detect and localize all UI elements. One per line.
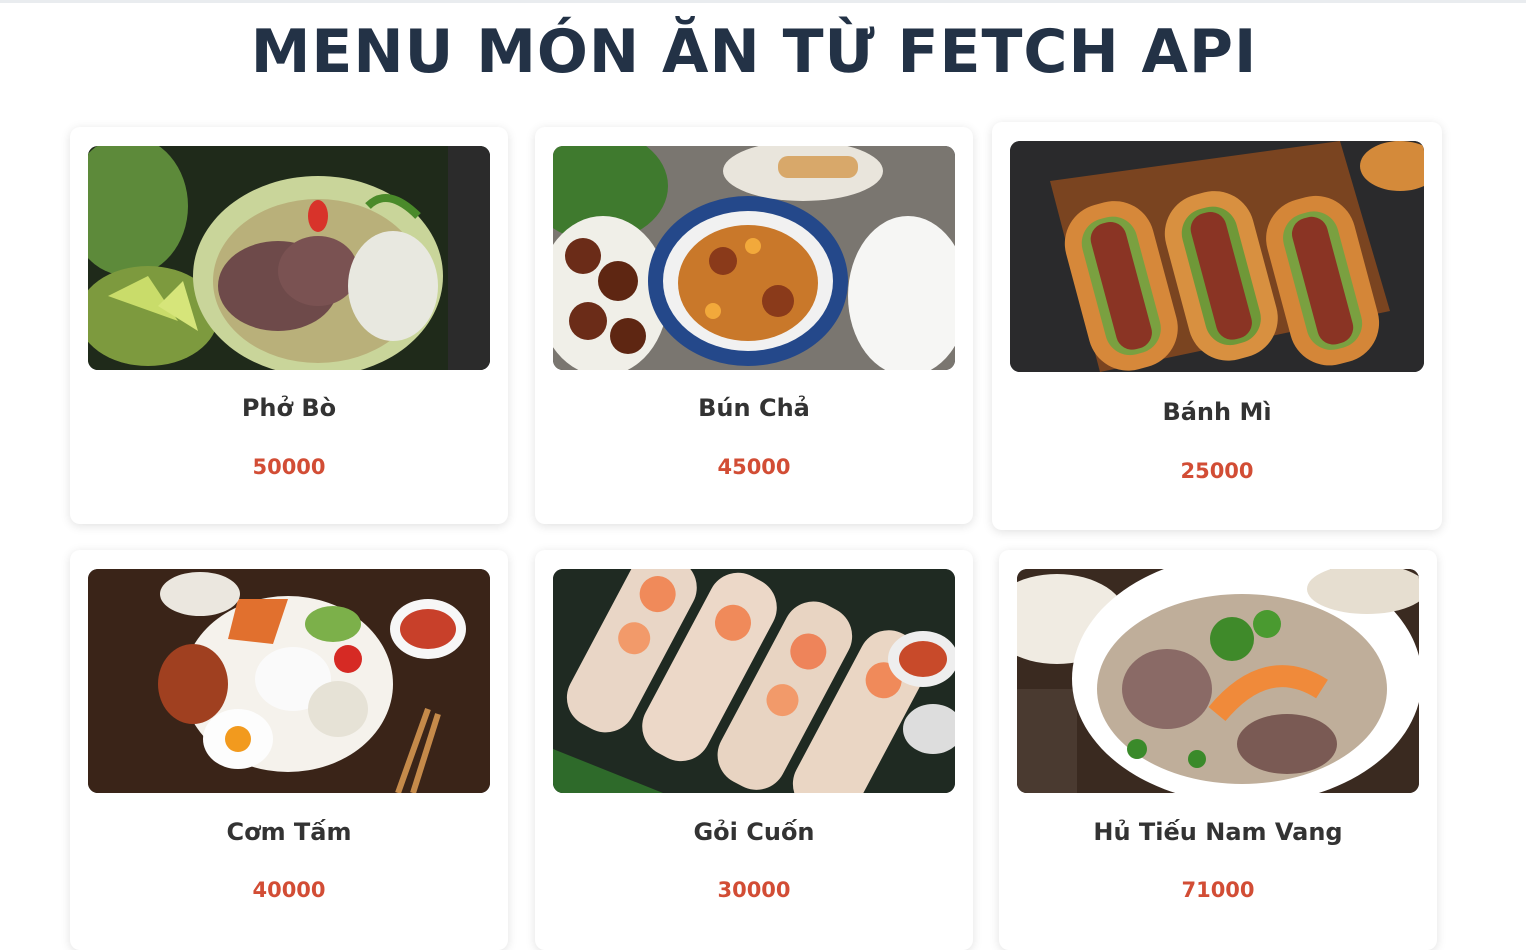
com-tam-photo — [88, 569, 490, 793]
menu-card[interactable]: Bánh Mì 25000 — [992, 122, 1442, 530]
dish-name: Hủ Tiếu Nam Vang — [1093, 818, 1343, 846]
hu-tieu-photo — [1017, 569, 1419, 793]
dish-name: Cơm Tấm — [226, 818, 352, 846]
banh-mi-photo — [1010, 141, 1424, 372]
goi-cuon-photo — [553, 569, 955, 793]
menu-card[interactable]: Gỏi Cuốn 30000 — [535, 550, 973, 950]
menu-card[interactable]: Hủ Tiếu Nam Vang 71000 — [999, 550, 1437, 950]
dish-price: 45000 — [717, 455, 791, 479]
dish-price: 50000 — [252, 455, 326, 479]
page-title: MENU MÓN ĂN TỪ FETCH API — [250, 17, 1258, 87]
menu-card[interactable]: Bún Chả 45000 — [535, 127, 973, 524]
dish-name: Phở Bò — [241, 394, 337, 422]
pho-bo-photo — [88, 146, 490, 370]
bun-cha-photo — [553, 146, 955, 370]
dish-name: Bánh Mì — [1162, 398, 1272, 426]
dish-price: 71000 — [1181, 878, 1255, 902]
dish-price: 40000 — [252, 878, 326, 902]
dish-name: Gỏi Cuốn — [693, 818, 815, 846]
dish-price: 30000 — [717, 878, 791, 902]
menu-card[interactable]: Cơm Tấm 40000 — [70, 550, 508, 950]
menu-card[interactable]: Phở Bò 50000 — [70, 127, 508, 524]
dish-name: Bún Chả — [698, 394, 810, 422]
dish-price: 25000 — [1180, 459, 1254, 483]
top-border — [0, 0, 1526, 3]
